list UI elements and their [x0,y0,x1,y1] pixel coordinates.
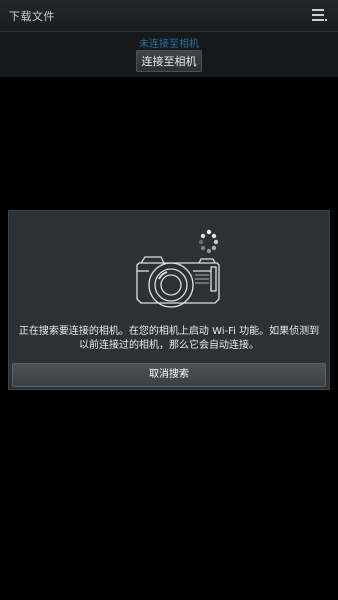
search-message: 正在搜索要连接的相机。在您的相机上启动 Wi-Fi 功能。如果侦测到以前连接过的… [18,326,320,351]
search-dialog: 正在搜索要连接的相机。在您的相机上启动 Wi-Fi 功能。如果侦测到以前连接过的… [8,210,330,390]
top-bar: 下载文件 [0,0,338,32]
connect-to-camera-button[interactable]: 连接至相机 [136,50,202,72]
page-title: 下载文件 [9,10,55,23]
screen: 下载文件 未连接至相机 连接至相机 正在搜索要连接的相机。在您的相机上启动 Wi… [0,0,338,600]
connection-status: 未连接至相机 [139,39,199,50]
camera-wifi-icon [127,219,227,319]
cancel-search-button[interactable]: 取消搜索 [12,363,326,387]
menu-icon[interactable] [310,6,328,24]
